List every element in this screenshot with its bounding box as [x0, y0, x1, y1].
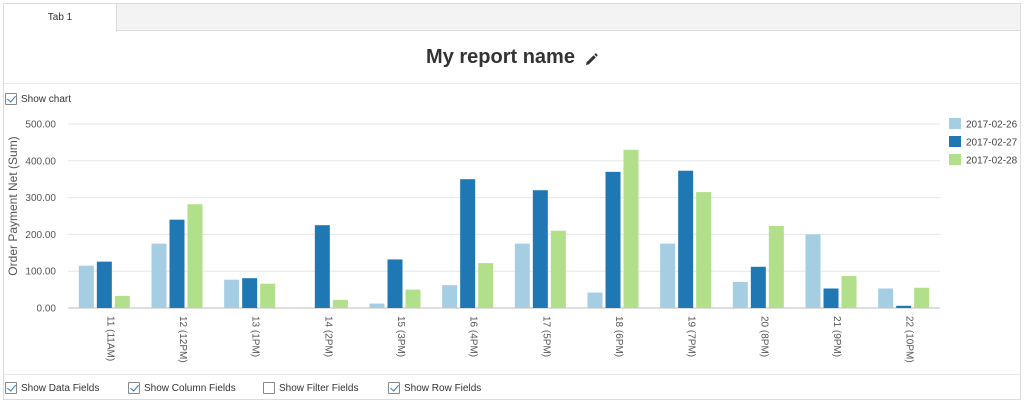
show-data-fields-checkbox[interactable]: [5, 382, 17, 394]
tab-bar: Tab 1: [4, 4, 1020, 32]
bar: [187, 204, 203, 308]
x-tick-label: 19 (7PM): [686, 316, 697, 357]
y-tick-label: 400.00: [25, 156, 56, 167]
bar: [623, 149, 639, 308]
show-chart-label: Show chart: [21, 93, 72, 105]
x-tick-label: 15 (3PM): [395, 316, 406, 357]
bar: [260, 283, 276, 308]
bar: [878, 288, 894, 308]
y-tick-label: 100.00: [25, 267, 56, 278]
legend-swatch: [949, 154, 961, 165]
y-tick-label: 500.00: [25, 120, 56, 131]
bar: [550, 230, 566, 308]
show-filter-fields-toggle[interactable]: Show Filter Fields: [263, 382, 358, 394]
x-tick-label: 14 (2PM): [322, 316, 333, 357]
bar: [242, 278, 258, 308]
x-tick-label: 12 (12PM): [177, 316, 188, 363]
x-tick-label: 11 (11AM): [104, 316, 115, 361]
bar: [405, 289, 421, 308]
bar: [805, 234, 821, 308]
show-data-fields-toggle[interactable]: Show Data Fields: [5, 382, 99, 394]
x-tick-label: 21 (9PM): [831, 316, 842, 357]
bar: [224, 279, 240, 308]
report-title: My report name: [426, 46, 575, 68]
bar: [823, 288, 839, 308]
y-tick-label: 200.00: [25, 230, 56, 241]
bar: [605, 171, 621, 308]
field-toggles-bar: Show Data Fields Show Column Fields Show…: [4, 374, 1020, 401]
bar: [332, 299, 348, 308]
bar: [587, 292, 603, 308]
bar: [532, 190, 548, 308]
legend-label: 2017-02-28: [966, 156, 1018, 167]
bar: [169, 219, 185, 308]
tab-1[interactable]: Tab 1: [4, 4, 117, 32]
show-filter-fields-checkbox[interactable]: [263, 382, 275, 394]
show-data-fields-label: Show Data Fields: [21, 382, 100, 394]
x-tick-label: 20 (8PM): [758, 316, 769, 357]
legend-swatch: [949, 118, 961, 129]
x-tick-label: 22 (10PM): [904, 316, 915, 363]
pencil-icon[interactable]: [584, 52, 598, 67]
y-tick-label: 300.00: [25, 193, 56, 204]
x-tick-label: 18 (6PM): [613, 316, 624, 357]
show-chart-checkbox[interactable]: [5, 93, 17, 105]
legend-swatch: [949, 136, 961, 147]
bar: [114, 295, 130, 308]
bar: [314, 225, 330, 308]
x-tick-label: 16 (4PM): [468, 316, 479, 357]
show-column-fields-checkbox[interactable]: [128, 382, 140, 394]
x-tick-label: 17 (5PM): [540, 316, 551, 357]
show-row-fields-label: Show Row Fields: [404, 382, 482, 394]
show-filter-fields-label: Show Filter Fields: [279, 382, 359, 394]
bar: [914, 287, 930, 308]
bar-chart: 0.00 100.00 200.00 300.00 400.00 500.00 Order …: [6, 118, 1018, 363]
legend-label: 2017-02-26: [966, 120, 1018, 131]
bar: [841, 275, 857, 308]
y-axis-label: Order Payment Net (Sum): [6, 136, 20, 275]
bar: [460, 179, 476, 308]
bar: [750, 266, 766, 308]
bar: [478, 263, 494, 308]
bar: [896, 305, 912, 308]
report-header: My report name: [4, 32, 1020, 84]
bar: [660, 243, 676, 308]
show-row-fields-checkbox[interactable]: [388, 382, 400, 394]
legend-label: 2017-02-27: [966, 138, 1018, 149]
bar: [96, 261, 112, 308]
x-tick-label: 13 (1PM): [250, 316, 261, 357]
bar: [78, 265, 94, 308]
y-tick-label: 0.00: [37, 304, 57, 315]
bar: [151, 243, 167, 308]
bar: [514, 243, 530, 308]
bar: [387, 259, 403, 308]
show-chart-toggle[interactable]: Show chart: [5, 93, 71, 105]
bar: [442, 285, 458, 308]
report-frame: Tab 1 My report name Show chart 0.00 100.…: [3, 3, 1021, 400]
show-column-fields-toggle[interactable]: Show Column Fields: [128, 382, 236, 394]
show-row-fields-toggle[interactable]: Show Row Fields: [388, 382, 481, 394]
show-column-fields-label: Show Column Fields: [144, 382, 236, 394]
bar: [369, 303, 385, 308]
bar: [696, 192, 712, 308]
bar: [768, 225, 784, 308]
bar: [732, 281, 748, 308]
bar: [678, 170, 694, 308]
